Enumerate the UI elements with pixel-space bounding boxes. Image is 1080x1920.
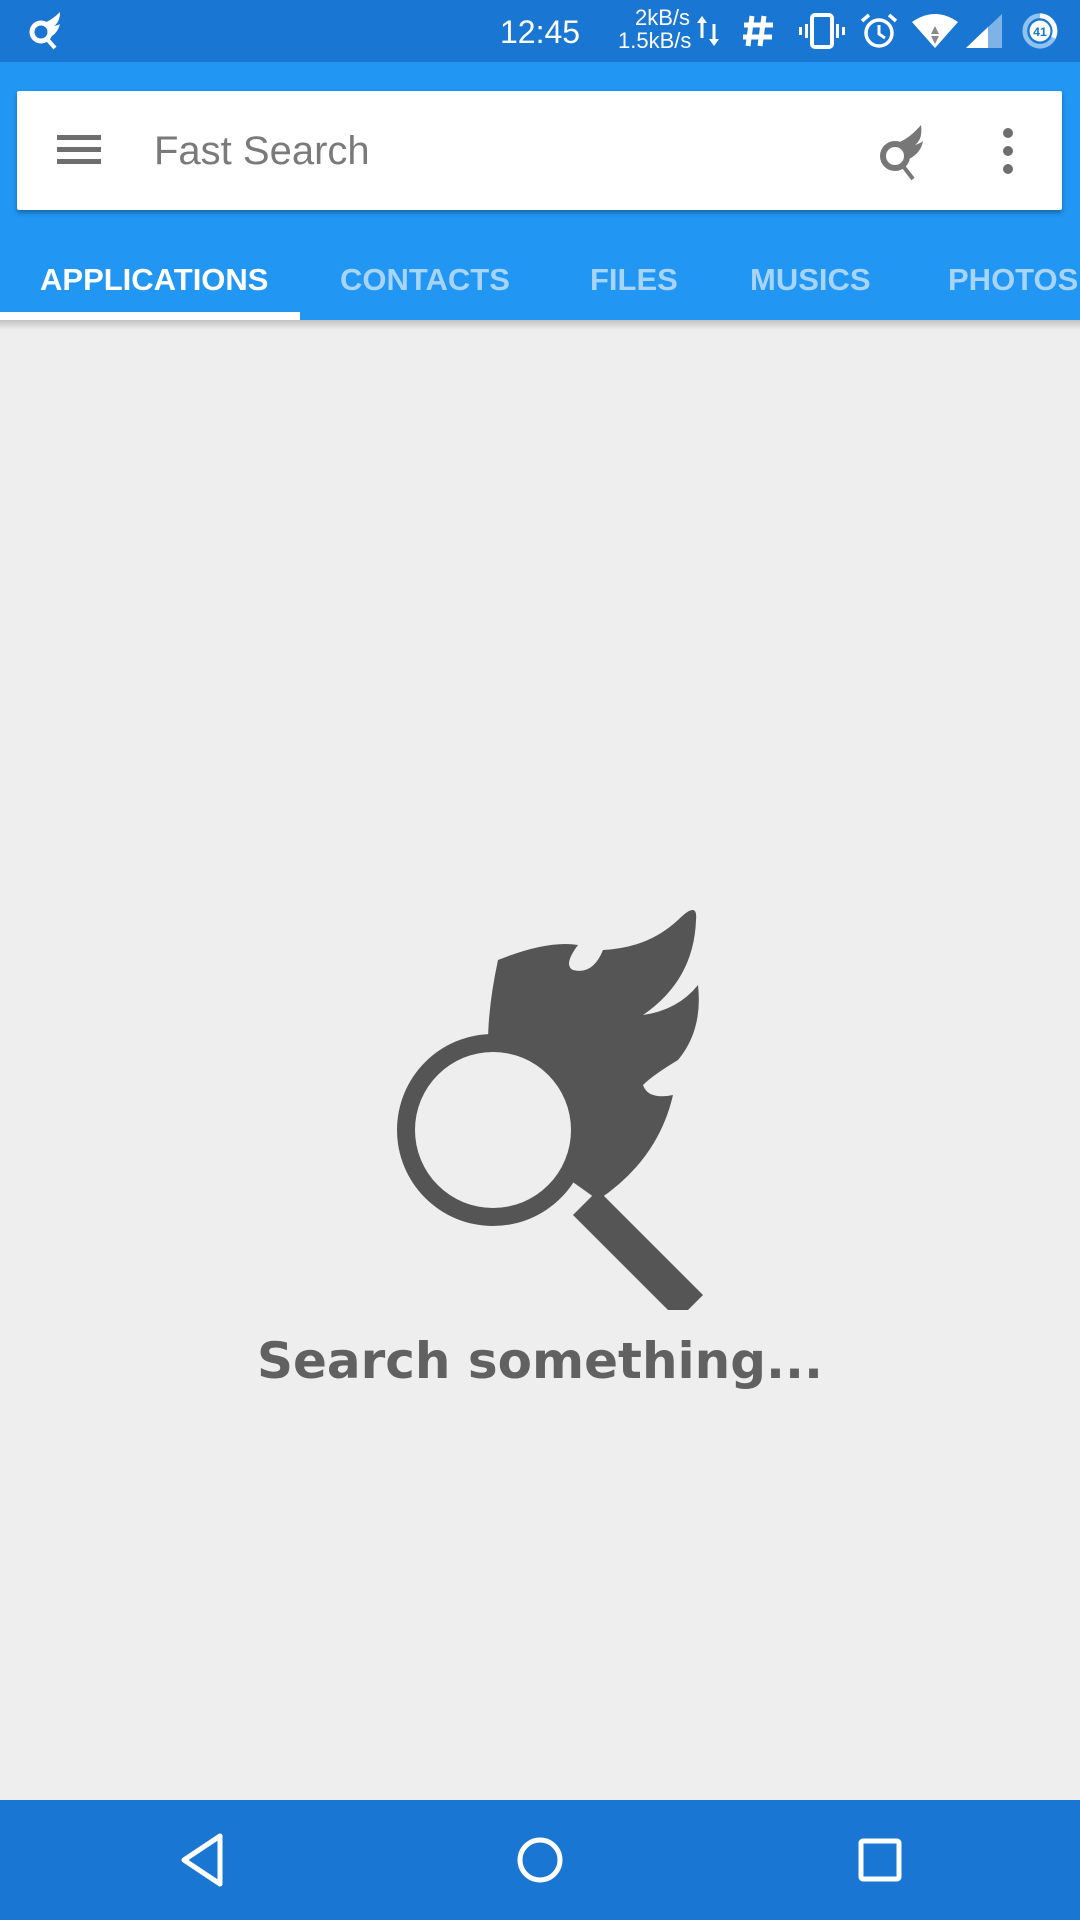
empty-state-message: Search something... (256, 1332, 824, 1390)
vibrate-icon (799, 13, 845, 49)
active-tab-indicator (0, 312, 300, 320)
battery-icon: 41 (1022, 13, 1058, 49)
navigation-bar (0, 1800, 1080, 1920)
wifi-icon (912, 14, 958, 48)
app-bar: APPLICATIONS CONTACTS FILES MUSICS PHOTO… (0, 62, 1080, 320)
tab-applications[interactable]: APPLICATIONS (40, 230, 269, 320)
tab-bar: APPLICATIONS CONTACTS FILES MUSICS PHOTO… (0, 230, 1080, 320)
status-bar: 12:45 2kB/s 1.5kB/s 41 (0, 0, 1080, 62)
search-bar (17, 91, 1062, 210)
tab-files[interactable]: FILES (590, 230, 678, 320)
search-input[interactable] (154, 111, 854, 191)
app-bar-shadow (0, 320, 1080, 330)
upload-speed: 2kB/s (634, 5, 690, 30)
hash-icon (743, 15, 773, 47)
tab-contacts[interactable]: CONTACTS (340, 230, 510, 320)
fast-search-logo-icon (397, 910, 703, 1310)
more-vert-icon[interactable] (993, 121, 1023, 181)
download-speed: 1.5kB/s (618, 28, 692, 53)
back-icon[interactable] (162, 1820, 242, 1900)
home-icon[interactable] (500, 1820, 580, 1900)
battery-level: 41 (1033, 25, 1047, 39)
tab-photos[interactable]: PHOTOS (948, 230, 1078, 320)
cell-signal-icon (966, 14, 1002, 48)
hamburger-menu-icon[interactable] (53, 125, 105, 175)
recents-icon[interactable] (840, 1820, 920, 1900)
clock: 12:45 (500, 14, 581, 50)
network-speed: 2kB/s 1.5kB/s (618, 5, 692, 53)
alarm-icon (860, 13, 898, 48)
fast-search-logo-icon[interactable] (875, 123, 931, 183)
data-transfer-icon (697, 16, 719, 46)
fast-search-logo-icon (29, 12, 60, 50)
tab-musics[interactable]: MUSICS (750, 230, 871, 320)
